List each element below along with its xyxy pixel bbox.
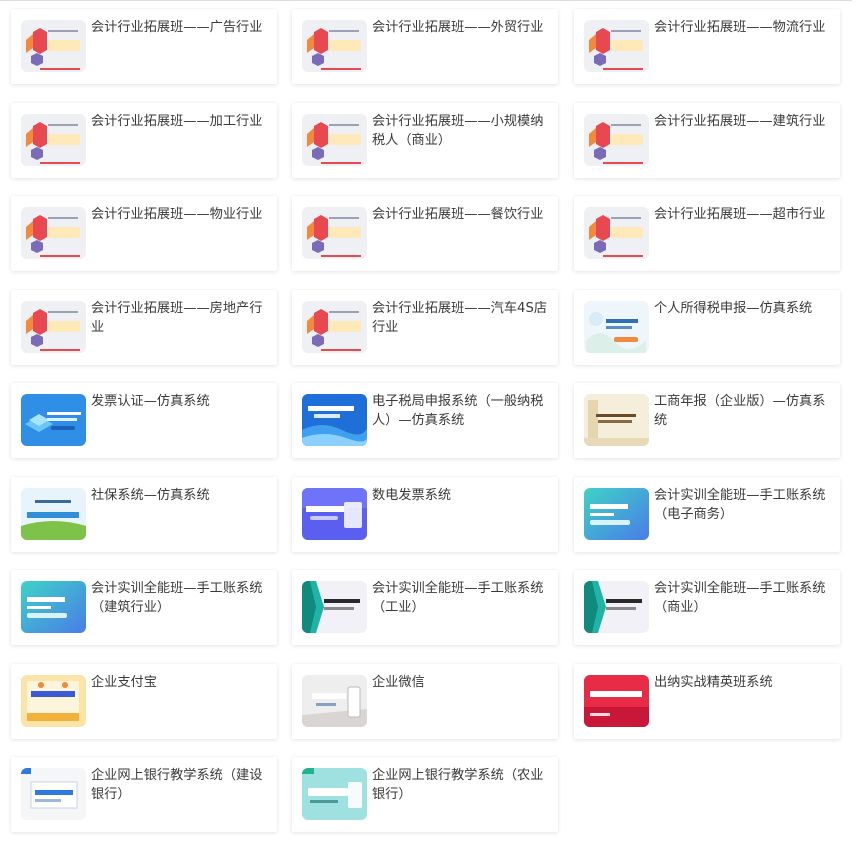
course-thumbnail[interactable]: [302, 301, 367, 353]
course-title[interactable]: 数电发票系统: [372, 487, 550, 506]
course-thumbnail[interactable]: [21, 20, 86, 72]
course-title[interactable]: 个人所得税申报—仿真系统: [654, 300, 832, 319]
course-card[interactable]: 会计行业拓展班——超市行业: [574, 196, 840, 271]
course-thumbnail[interactable]: [584, 207, 649, 259]
course-card[interactable]: 会计行业拓展班——汽车4S店行业: [292, 290, 558, 365]
course-thumbnail[interactable]: [302, 768, 367, 820]
course-card[interactable]: 出纳实战精英班系统: [574, 664, 840, 739]
course-thumbnail[interactable]: [21, 207, 86, 259]
course-title[interactable]: 出纳实战精英班系统: [654, 674, 832, 693]
top-divider: [0, 0, 852, 1]
course-card[interactable]: 电子税局申报系统（一般纳税人）—仿真系统: [292, 383, 558, 458]
course-title[interactable]: 工商年报（企业版）—仿真系统: [654, 393, 832, 430]
course-card[interactable]: 会计行业拓展班——广告行业: [11, 9, 277, 84]
course-thumbnail[interactable]: [21, 301, 86, 353]
course-thumbnail[interactable]: [21, 488, 86, 540]
course-thumbnail[interactable]: [21, 675, 86, 727]
course-thumbnail[interactable]: [584, 301, 649, 353]
course-title[interactable]: 会计行业拓展班——物业行业: [91, 206, 269, 225]
course-card[interactable]: 数电发票系统: [292, 477, 558, 552]
course-card[interactable]: 会计行业拓展班——物业行业: [11, 196, 277, 271]
course-title[interactable]: 会计行业拓展班——外贸行业: [372, 19, 550, 38]
course-title[interactable]: 会计行业拓展班——汽车4S店行业: [372, 300, 550, 337]
course-title[interactable]: 会计行业拓展班——物流行业: [654, 19, 832, 38]
course-card[interactable]: 会计行业拓展班——房地产行业: [11, 290, 277, 365]
course-thumbnail[interactable]: [302, 207, 367, 259]
course-card[interactable]: 会计行业拓展班——建筑行业: [574, 103, 840, 178]
course-thumbnail[interactable]: [302, 20, 367, 72]
course-card[interactable]: 会计行业拓展班——外贸行业: [292, 9, 558, 84]
course-card[interactable]: 企业微信: [292, 664, 558, 739]
course-title[interactable]: 会计行业拓展班——建筑行业: [654, 113, 832, 132]
course-title[interactable]: 发票认证—仿真系统: [91, 393, 269, 412]
course-thumbnail[interactable]: [21, 768, 86, 820]
course-title[interactable]: 会计实训全能班—手工账系统（电子商务）: [654, 487, 832, 524]
course-card[interactable]: 会计行业拓展班——物流行业: [574, 9, 840, 84]
course-card[interactable]: 会计行业拓展班——餐饮行业: [292, 196, 558, 271]
course-title[interactable]: 会计行业拓展班——小规模纳税人（商业）: [372, 113, 550, 150]
course-card[interactable]: 工商年报（企业版）—仿真系统: [574, 383, 840, 458]
course-card[interactable]: 企业支付宝: [11, 664, 277, 739]
course-thumbnail[interactable]: [302, 488, 367, 540]
course-thumbnail[interactable]: [584, 581, 649, 633]
course-thumbnail[interactable]: [584, 20, 649, 72]
course-title[interactable]: 会计实训全能班—手工账系统（商业）: [654, 580, 832, 617]
course-title[interactable]: 社保系统—仿真系统: [91, 487, 269, 506]
course-thumbnail[interactable]: [584, 394, 649, 446]
course-title[interactable]: 会计行业拓展班——房地产行业: [91, 300, 269, 337]
course-card[interactable]: 个人所得税申报—仿真系统: [574, 290, 840, 365]
course-thumbnail[interactable]: [584, 114, 649, 166]
course-thumbnail[interactable]: [302, 581, 367, 633]
course-title[interactable]: 企业支付宝: [91, 674, 269, 693]
course-card[interactable]: 会计实训全能班—手工账系统（建筑行业）: [11, 570, 277, 645]
course-thumbnail[interactable]: [584, 488, 649, 540]
course-title[interactable]: 企业网上银行教学系统（建设银行）: [91, 767, 269, 804]
course-thumbnail[interactable]: [21, 114, 86, 166]
course-card[interactable]: 企业网上银行教学系统（建设银行）: [11, 757, 277, 832]
course-thumbnail[interactable]: [302, 394, 367, 446]
course-card[interactable]: 会计实训全能班—手工账系统（商业）: [574, 570, 840, 645]
course-thumbnail[interactable]: [21, 394, 86, 446]
course-thumbnail[interactable]: [302, 675, 367, 727]
course-title[interactable]: 企业网上银行教学系统（农业银行）: [372, 767, 550, 804]
course-title[interactable]: 会计行业拓展班——餐饮行业: [372, 206, 550, 225]
course-card[interactable]: 会计行业拓展班——加工行业: [11, 103, 277, 178]
course-card[interactable]: 发票认证—仿真系统: [11, 383, 277, 458]
course-thumbnail[interactable]: [21, 581, 86, 633]
course-thumbnail[interactable]: [302, 114, 367, 166]
course-card[interactable]: 会计行业拓展班——小规模纳税人（商业）: [292, 103, 558, 178]
course-thumbnail[interactable]: [584, 675, 649, 727]
course-title[interactable]: 会计行业拓展班——广告行业: [91, 19, 269, 38]
course-card[interactable]: 会计实训全能班—手工账系统（工业）: [292, 570, 558, 645]
course-title[interactable]: 会计行业拓展班——加工行业: [91, 113, 269, 132]
course-card[interactable]: 会计实训全能班—手工账系统（电子商务）: [574, 477, 840, 552]
course-title[interactable]: 会计行业拓展班——超市行业: [654, 206, 832, 225]
course-card[interactable]: 社保系统—仿真系统: [11, 477, 277, 552]
course-title[interactable]: 会计实训全能班—手工账系统（建筑行业）: [91, 580, 269, 617]
course-title[interactable]: 会计实训全能班—手工账系统（工业）: [372, 580, 550, 617]
course-title[interactable]: 电子税局申报系统（一般纳税人）—仿真系统: [372, 393, 550, 430]
course-card[interactable]: 企业网上银行教学系统（农业银行）: [292, 757, 558, 832]
course-title[interactable]: 企业微信: [372, 674, 550, 693]
